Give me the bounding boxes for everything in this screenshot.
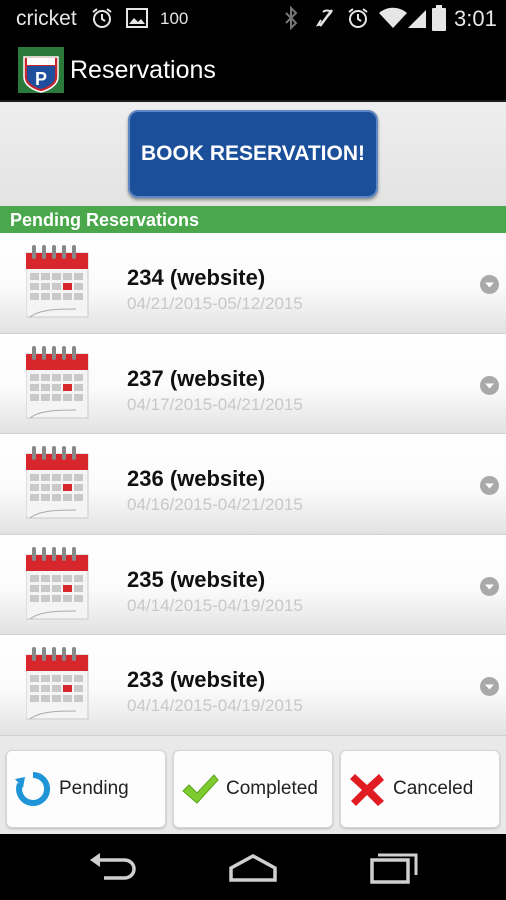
tab-pending[interactable]: Pending bbox=[6, 750, 166, 828]
tab-canceled-label: Canceled bbox=[393, 778, 474, 799]
parking-logo-icon[interactable]: P bbox=[18, 47, 64, 93]
chevron-down-icon[interactable] bbox=[479, 576, 500, 597]
recent-apps-icon[interactable] bbox=[366, 850, 422, 886]
refresh-icon bbox=[15, 771, 51, 806]
book-reservation-button[interactable]: BOOK RESERVATION! bbox=[128, 110, 378, 198]
reservation-title: 235 (website) bbox=[127, 566, 266, 592]
mute-icon bbox=[315, 9, 333, 27]
battery-icon bbox=[432, 5, 446, 31]
calendar-icon bbox=[26, 446, 89, 519]
gallery-icon bbox=[126, 8, 148, 28]
x-icon bbox=[350, 774, 384, 806]
chevron-down-icon[interactable] bbox=[479, 676, 500, 697]
calendar-icon bbox=[26, 647, 89, 720]
reservation-dates: 04/14/2015-04/19/2015 bbox=[127, 595, 303, 615]
system-nav-bar bbox=[0, 834, 506, 900]
filter-tabs: Pending Completed Canceled bbox=[0, 742, 506, 834]
reservation-title: 237 (website) bbox=[127, 365, 266, 391]
reservation-title: 236 (website) bbox=[127, 466, 266, 491]
tab-pending-label: Pending bbox=[59, 778, 129, 799]
book-area: BOOK RESERVATION! bbox=[0, 102, 506, 206]
back-icon[interactable] bbox=[84, 850, 140, 886]
list-item[interactable]: 233 (website) 04/14/2015-04/19/2015 bbox=[0, 635, 506, 736]
signal-icon bbox=[408, 10, 426, 28]
list-item[interactable]: 237 (website) 04/17/2015-04/21/2015 bbox=[0, 333, 506, 434]
reservation-dates: 04/14/2015-04/19/2015 bbox=[127, 696, 303, 715]
alarm-icon bbox=[348, 8, 368, 28]
tab-completed-label: Completed bbox=[226, 778, 318, 799]
section-header: Pending Reservations bbox=[0, 206, 506, 233]
chevron-down-icon[interactable] bbox=[479, 375, 500, 396]
reservation-dates: 04/17/2015-04/21/2015 bbox=[127, 394, 303, 414]
wifi-icon bbox=[379, 7, 407, 28]
clock: 3:01 bbox=[454, 6, 497, 31]
status-bar: cricket 100 3:01 bbox=[0, 0, 506, 36]
reservation-dates: 04/16/2015-04/21/2015 bbox=[127, 495, 303, 514]
calendar-icon bbox=[26, 345, 89, 418]
chevron-down-icon[interactable] bbox=[479, 274, 500, 295]
home-icon[interactable] bbox=[225, 850, 281, 886]
reservation-dates: 04/21/2015-05/12/2015 bbox=[127, 294, 303, 313]
battery-percent: 100 bbox=[160, 9, 189, 28]
main-content: BOOK RESERVATION! Pending Reservations 2… bbox=[0, 102, 506, 742]
reservation-title: 234 (website) bbox=[127, 265, 266, 290]
list-item[interactable]: 235 (website) 04/14/2015-04/19/2015 bbox=[0, 534, 506, 635]
alarm-icon bbox=[92, 8, 112, 28]
chevron-down-icon[interactable] bbox=[479, 475, 500, 496]
carrier-label: cricket bbox=[16, 7, 77, 30]
calendar-icon bbox=[26, 546, 89, 619]
action-bar: P Reservations bbox=[0, 36, 506, 102]
svg-text:P: P bbox=[35, 69, 47, 89]
calendar-icon bbox=[26, 245, 89, 318]
reservation-list[interactable]: 234 (website) 04/21/2015-05/12/2015 237 … bbox=[0, 233, 506, 742]
list-item[interactable]: 236 (website) 04/16/2015-04/21/2015 bbox=[0, 434, 506, 535]
bluetooth-icon bbox=[285, 6, 298, 30]
tab-canceled[interactable]: Canceled bbox=[340, 750, 500, 828]
page-title: Reservations bbox=[70, 56, 216, 84]
checkmark-icon bbox=[182, 774, 219, 804]
tab-completed[interactable]: Completed bbox=[173, 750, 333, 828]
list-item[interactable]: 234 (website) 04/21/2015-05/12/2015 bbox=[0, 233, 506, 334]
reservation-title: 233 (website) bbox=[127, 667, 266, 692]
